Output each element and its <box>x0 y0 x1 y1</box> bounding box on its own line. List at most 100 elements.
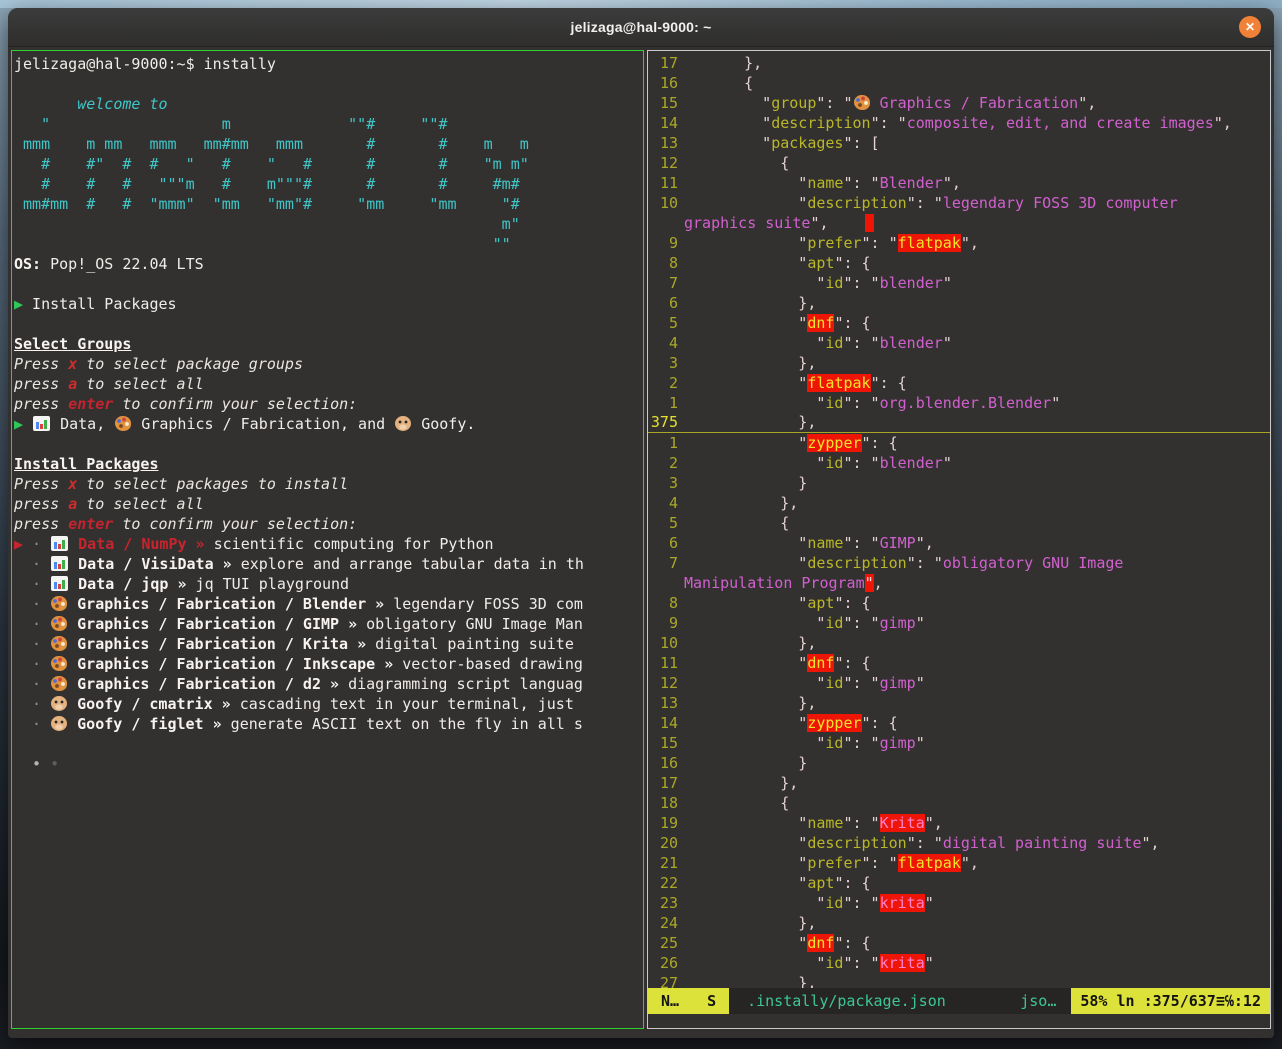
text-token: ": { <box>861 714 898 732</box>
line-number: 15 <box>659 94 678 112</box>
text-token: Data / NumPy » <box>69 535 205 553</box>
editor-line: 16 { <box>648 73 1270 93</box>
line-text: }, <box>708 293 816 313</box>
vim-editor-pane[interactable]: 17 }, 16 {15 "group": " Graphics / Fabric… <box>647 50 1271 1029</box>
line-number: 11 <box>659 174 678 192</box>
line-text: "id": "krita" <box>708 953 934 973</box>
line-number: 6 <box>668 294 678 312</box>
text-token: to select all <box>77 495 204 513</box>
text-token: }, <box>708 774 799 792</box>
line-number: 16 <box>659 74 678 92</box>
editor-line: 23 "id": "krita" <box>648 893 1270 913</box>
editor-line: 6 "name": "GIMP", <box>648 533 1270 553</box>
text-token: " m ""# ""# <box>14 115 448 133</box>
editor-line: 5 "dnf": { <box>648 313 1270 333</box>
line-number: 10 <box>659 194 678 212</box>
text-token: ": " <box>906 834 943 852</box>
text-token: " <box>915 614 925 632</box>
tui-lines: jelizaga@hal-9000:~$ instally welcome to… <box>12 51 643 1028</box>
text-token: dnf <box>807 314 835 332</box>
close-button[interactable]: ✕ <box>1239 16 1261 38</box>
text-token: Install Packages <box>23 295 177 313</box>
terminal-line: ▶ Install Packages <box>14 294 643 314</box>
text-token: " <box>708 454 826 472</box>
statusline-flag: S <box>707 992 717 1010</box>
text-token: gimp <box>879 674 916 692</box>
close-icon: ✕ <box>1244 20 1256 34</box>
text-token: explore and arrange tabular data in th <box>231 555 584 573</box>
text-token: dnf <box>807 934 835 952</box>
editor-line: 14 "description": "composite, edit, and … <box>648 113 1270 133</box>
editor-line: Manipulation Program", <box>648 573 1270 593</box>
editor-line: 10 "description": "legendary FOSS 3D com… <box>648 193 1270 213</box>
line-text: "group": " Graphics / Fabrication", <box>708 93 1096 113</box>
terminal-line: Install Packages <box>14 454 643 474</box>
terminal-line: # #" # # " # " # # # "m m" <box>14 154 643 174</box>
editor-line: 15 "id": "gimp" <box>648 733 1270 753</box>
line-number: 20 <box>659 834 678 852</box>
bar-chart-icon <box>51 536 69 551</box>
titlebar[interactable]: jelizaga@hal-9000: ~ ✕ <box>8 8 1274 47</box>
text-token: ": " <box>843 734 880 752</box>
editor-line: 1 "zypper": { <box>648 433 1270 453</box>
text-token: • <box>14 755 42 773</box>
text-token: name <box>807 814 844 832</box>
editor-line: 26 "id": "krita" <box>648 953 1270 973</box>
desktop-wallpaper-strip <box>0 0 1282 8</box>
text-token: ", <box>942 174 961 192</box>
editor-line: 11 "name": "Blender", <box>648 173 1270 193</box>
text-token: apt <box>807 594 835 612</box>
text-token: ", <box>810 214 865 232</box>
text-token: " <box>708 534 808 552</box>
line-text: { <box>708 73 753 93</box>
terminal-line: · Goofy / figlet » generate ASCII text o… <box>14 714 643 734</box>
line-number: 23 <box>659 894 678 912</box>
text-token: ", <box>924 814 943 832</box>
line-text: "prefer": "flatpak", <box>708 853 979 873</box>
line-text: "id": "gimp" <box>708 613 925 633</box>
terminal-content: jelizaga@hal-9000:~$ instally welcome to… <box>8 47 1274 1032</box>
text-token: id <box>825 674 844 692</box>
text-token: " <box>942 334 952 352</box>
statusline-file-segment: .instally/package.json jso… <box>729 988 1072 1014</box>
line-text: }, <box>708 973 816 988</box>
line-text: "dnf": { <box>708 933 871 953</box>
text-token: { <box>708 514 790 532</box>
editor-line: 17 }, <box>648 53 1270 73</box>
editor-line: 19 "name": "Krita", <box>648 813 1270 833</box>
text-token: ", <box>1141 834 1160 852</box>
text-token: digital painting suite <box>366 635 574 653</box>
text-token: " <box>708 134 772 152</box>
line-text: · Graphics / Fabrication / Blender » leg… <box>14 595 583 613</box>
text-token: " <box>708 954 826 972</box>
editor-line: 27 }, <box>648 973 1270 988</box>
line-text: }, <box>708 633 816 653</box>
line-text: jelizaga@hal-9000:~$ instally <box>14 55 276 73</box>
line-text: { <box>708 153 789 173</box>
text-token: Pop!_OS 22.04 LTS <box>41 255 204 273</box>
mode-indicator: N… <box>661 992 680 1010</box>
filename: .instally/package.json <box>747 992 946 1010</box>
instally-tui-pane[interactable]: jelizaga@hal-9000:~$ instally welcome to… <box>11 50 644 1029</box>
text-token: ": " <box>843 174 880 192</box>
text-token: " <box>708 874 808 892</box>
line-text: · Graphics / Fabrication / d2 » diagramm… <box>14 675 583 693</box>
text-token: ": " <box>843 674 880 692</box>
text-token: to confirm your selection: <box>113 515 358 533</box>
text-token: ": { <box>870 374 907 392</box>
text-token: gimp <box>879 734 916 752</box>
text-token: Graphics / Fabrication / Inkscape » <box>68 655 394 673</box>
line-text: "description": "legendary FOSS 3D comput… <box>708 193 1177 213</box>
text-token: " <box>708 674 826 692</box>
editor-line: 7 "description": "obligatory GNU Image <box>648 553 1270 573</box>
editor-lines: 17 }, 16 {15 "group": " Graphics / Fabric… <box>648 51 1270 988</box>
text-token: Krita <box>879 814 925 832</box>
window-title: jelizaga@hal-9000: ~ <box>570 19 712 35</box>
line-text: "zypper": { <box>708 433 898 453</box>
line-text: press a to select all <box>14 375 204 393</box>
text-token: name <box>807 534 844 552</box>
text-token: krita <box>879 954 925 972</box>
text-token: jelizaga@hal-9000:~$ instally <box>14 55 276 73</box>
